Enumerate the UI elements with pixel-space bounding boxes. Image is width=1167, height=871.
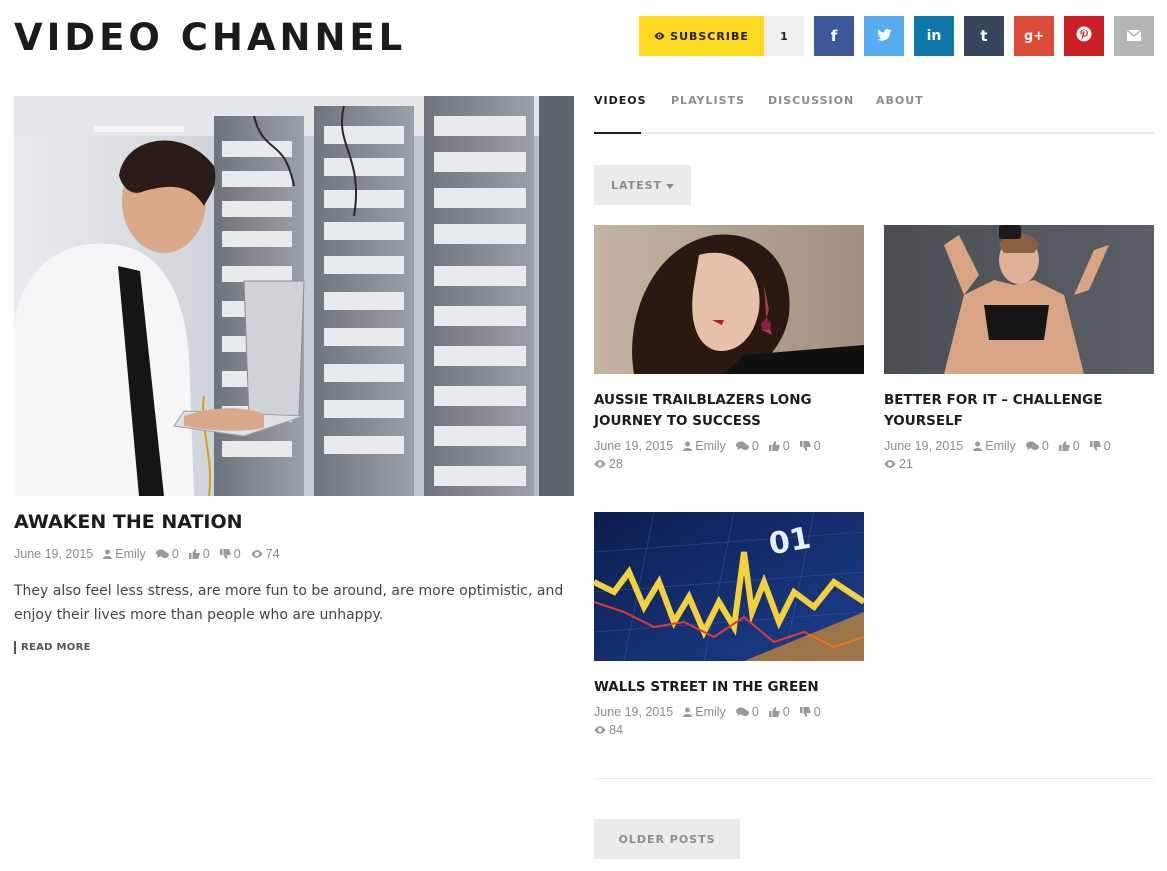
video-card: BETTER FOR IT – CHALLENGE YOURSELF June …: [884, 225, 1154, 471]
sort-label: LATEST: [610, 178, 663, 192]
author[interactable]: Emily: [103, 547, 146, 561]
author[interactable]: Emily: [683, 705, 726, 719]
svg-text:01: 01: [766, 521, 813, 563]
video-card: AUSSIE TRAILBLAZERS LONG JOURNEY TO SUCC…: [594, 225, 864, 471]
video-meta: June 19, 2015 Emily 0 0 0: [594, 439, 864, 453]
video-thumbnail[interactable]: [594, 225, 864, 374]
comments-count[interactable]: 0: [735, 705, 759, 719]
tab-playlists[interactable]: PLAYLISTS: [671, 90, 745, 134]
featured-title[interactable]: AWAKEN THE NATION: [14, 511, 243, 533]
dislikes-count[interactable]: 0: [799, 439, 821, 453]
views-count: 28: [594, 457, 623, 471]
google-plus-button[interactable]: g+: [1014, 16, 1054, 56]
eye-icon: [251, 550, 263, 558]
user-icon: [683, 707, 693, 717]
eye-icon: [594, 460, 606, 468]
eye-icon: [654, 32, 665, 40]
video-views: 28: [594, 457, 864, 471]
video-views: 21: [884, 457, 1154, 471]
user-icon: [683, 441, 693, 451]
likes-count[interactable]: 0: [1058, 439, 1080, 453]
thumbs-up-icon: [1058, 441, 1070, 451]
thumbs-down-icon: [219, 549, 231, 559]
pinterest-button[interactable]: [1064, 16, 1104, 56]
likes-count[interactable]: 0: [768, 705, 790, 719]
subscriber-count: 1: [764, 16, 804, 56]
divider: [594, 778, 1154, 779]
featured-meta: June 19, 2015 Emily 0 0 0 74: [14, 547, 290, 561]
subscribe-button[interactable]: SUBSCRIBE: [639, 16, 764, 56]
author-name: Emily: [695, 705, 726, 719]
subscribe-label: SUBSCRIBE: [670, 29, 749, 43]
views-count: 21: [884, 457, 913, 471]
tumblr-button[interactable]: t: [964, 16, 1004, 56]
video-card: 01 WALLS STREET IN THE GREEN June 19, 20…: [594, 512, 864, 737]
email-button[interactable]: [1114, 16, 1154, 56]
facebook-button[interactable]: f: [814, 16, 854, 56]
tab-videos[interactable]: VIDEOS: [594, 90, 646, 134]
video-meta: June 19, 2015 Emily 0 0 0: [884, 439, 1154, 453]
comments-icon: [735, 441, 749, 450]
post-date: June 19, 2015: [884, 439, 964, 453]
author-name: Emily: [695, 439, 726, 453]
thumbs-down-icon: [799, 707, 811, 717]
read-more-link[interactable]: READ MORE: [14, 641, 91, 654]
older-posts-button[interactable]: OLDER POSTS: [594, 819, 740, 859]
post-date: June 19, 2015: [14, 547, 94, 561]
views-count: 74: [251, 547, 280, 561]
comments-icon: [735, 707, 749, 716]
featured-image[interactable]: [14, 96, 574, 496]
author[interactable]: Emily: [973, 439, 1016, 453]
eye-icon: [594, 726, 606, 734]
user-icon: [103, 549, 113, 559]
video-title[interactable]: BETTER FOR IT – CHALLENGE YOURSELF: [884, 390, 1154, 432]
eye-icon: [884, 460, 896, 468]
caret-down-icon: [666, 179, 675, 192]
comments-icon: [155, 549, 169, 558]
video-thumbnail[interactable]: [884, 225, 1154, 374]
author[interactable]: Emily: [683, 439, 726, 453]
linkedin-button[interactable]: in: [914, 16, 954, 56]
author-name: Emily: [115, 547, 146, 561]
thumbs-up-icon: [768, 707, 780, 717]
comments-count[interactable]: 0: [155, 547, 179, 561]
video-meta: June 19, 2015 Emily 0 0 0: [594, 705, 864, 719]
comments-count[interactable]: 0: [1025, 439, 1049, 453]
facebook-icon: f: [830, 27, 838, 45]
comments-icon: [1025, 441, 1039, 450]
tab-about[interactable]: ABOUT: [876, 90, 924, 134]
google-plus-icon: g+: [1023, 28, 1045, 44]
author-name: Emily: [985, 439, 1016, 453]
post-date: June 19, 2015: [594, 705, 674, 719]
thumbs-up-icon: [188, 549, 200, 559]
thumbs-up-icon: [768, 441, 780, 451]
user-icon: [973, 441, 983, 451]
tumblr-icon: t: [980, 27, 988, 45]
channel-tabs: VIDEOS PLAYLISTS DISCUSSION ABOUT: [594, 90, 1154, 134]
thumbs-down-icon: [799, 441, 811, 451]
likes-count[interactable]: 0: [188, 547, 210, 561]
envelope-icon: [1126, 27, 1142, 45]
social-bar: SUBSCRIBE 1 f in t g+: [639, 16, 1154, 56]
post-date: June 19, 2015: [594, 439, 674, 453]
likes-count[interactable]: 0: [768, 439, 790, 453]
page-title: VIDEO CHANNEL: [14, 16, 407, 59]
featured-excerpt: They also feel less stress, are more fun…: [14, 583, 564, 623]
sort-dropdown[interactable]: LATEST: [594, 165, 691, 205]
thumbs-down-icon: [1089, 441, 1101, 451]
video-thumbnail[interactable]: 01: [594, 512, 864, 661]
tab-discussion[interactable]: DISCUSSION: [768, 90, 854, 134]
twitter-icon: [876, 27, 892, 45]
pinterest-icon: [1076, 26, 1092, 46]
twitter-button[interactable]: [864, 16, 904, 56]
dislikes-count[interactable]: 0: [219, 547, 241, 561]
linkedin-icon: in: [926, 28, 942, 44]
comments-count[interactable]: 0: [735, 439, 759, 453]
views-count: 84: [594, 723, 623, 737]
video-views: 84: [594, 723, 864, 737]
dislikes-count[interactable]: 0: [799, 705, 821, 719]
video-title[interactable]: AUSSIE TRAILBLAZERS LONG JOURNEY TO SUCC…: [594, 390, 864, 432]
dislikes-count[interactable]: 0: [1089, 439, 1111, 453]
video-title[interactable]: WALLS STREET IN THE GREEN: [594, 677, 864, 698]
